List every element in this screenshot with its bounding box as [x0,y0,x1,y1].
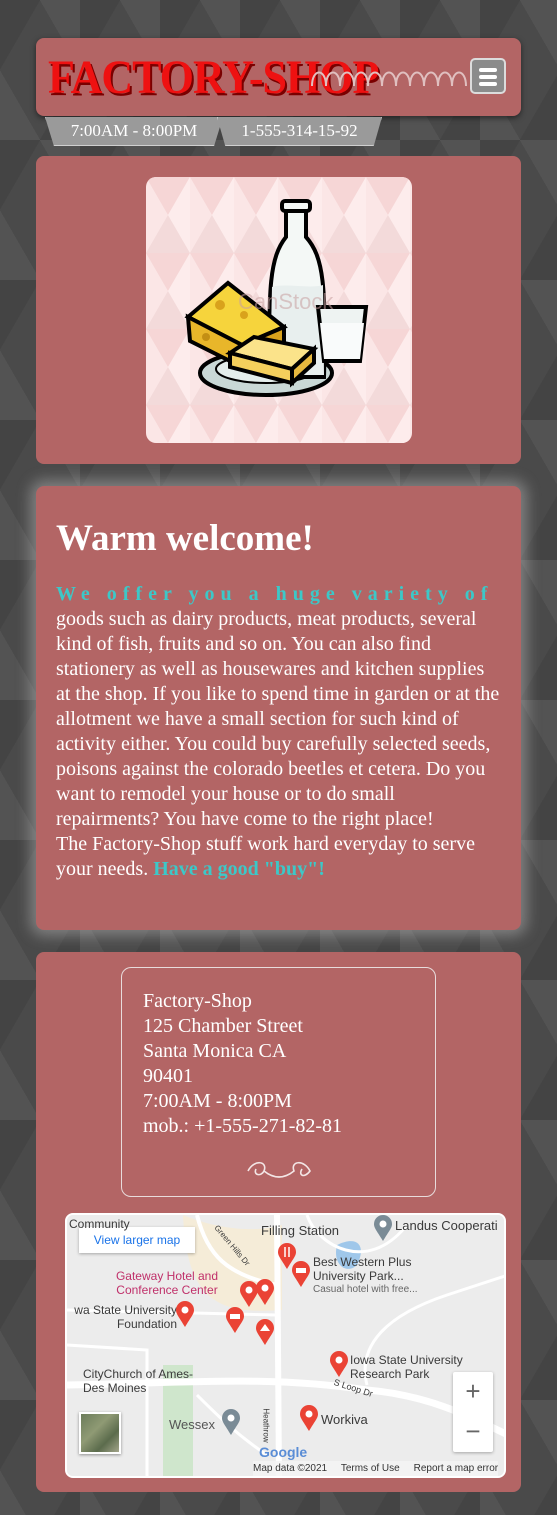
closing-highlight: Have a good "buy"! [153,858,325,880]
satellite-toggle-button[interactable] [79,1412,121,1454]
map-label-gateway-hotel[interactable]: Gateway Hotel and Conference Center [105,1269,229,1297]
hours-tab: 7:00AM - 8:00PM [45,117,223,146]
map-pin-icon[interactable] [329,1351,349,1377]
address-mobile[interactable]: mob.: +1-555-271-82-81 [143,1114,342,1139]
address-street: 125 Chamber Street [143,1015,303,1037]
hotel-pin-icon[interactable] [291,1261,311,1287]
museum-pin-icon[interactable] [255,1319,275,1345]
phone-tab[interactable]: 1-555-314-15-92 [217,117,382,146]
zoom-in-button[interactable]: + [453,1372,493,1412]
map-data-text: Map data ©2021 [253,1463,328,1474]
map-label-community[interactable]: Community [69,1217,130,1231]
map-label-filling-station[interactable]: Filling Station [261,1223,339,1238]
address-name: Factory-Shop [143,990,252,1012]
map-pin-icon[interactable] [255,1279,275,1305]
map-label-citychurch[interactable]: CityChurch of Ames-Des Moines [83,1367,203,1395]
welcome-title: Warm welcome! [56,518,314,559]
watermark-text: CanStock [238,289,334,314]
welcome-closing: The Factory-Shop stuff work hard everyda… [56,832,502,882]
address-zip: 90401 [143,1065,193,1087]
report-map-error-link[interactable]: Report a map error [414,1463,498,1474]
address-hours: 7:00AM - 8:00PM [143,1090,292,1112]
map-label-workiva[interactable]: Workiva [321,1412,368,1427]
coil-decoration-icon [311,71,467,87]
dairy-products-image: CanStock [146,177,412,443]
hamburger-menu-icon [479,68,497,72]
terms-of-use-link[interactable]: Terms of Use [341,1463,400,1474]
zoom-out-button[interactable]: − [453,1412,493,1452]
google-logo: Google [259,1444,308,1460]
map-label-best-western[interactable]: Best Western Plus University Park... [313,1255,447,1283]
map-pin-icon[interactable] [299,1405,319,1431]
google-map[interactable]: View larger map Community Filling Statio… [65,1213,506,1478]
address-city: Santa Monica CA [143,1040,287,1062]
map-label-isu-foundation[interactable]: wa State University Foundation [67,1303,177,1331]
map-label-landus[interactable]: Landus Cooperati [395,1218,498,1233]
dairy-illustration: CanStock [146,177,412,443]
hamburger-menu-button[interactable] [470,58,506,94]
map-pin-icon[interactable] [373,1215,393,1241]
site-header: FACTORY-SHOP [36,38,521,116]
welcome-text: We offer you a huge variety of goods suc… [56,582,502,882]
map-zoom-controls: + − [453,1372,493,1452]
map-pin-icon[interactable] [175,1301,195,1327]
welcome-intro: We offer you a huge variety of [56,583,494,605]
flourish-icon [247,1161,311,1178]
map-pin-icon[interactable] [221,1409,241,1435]
map-label-best-western-sub: Casual hotel with free... [313,1284,418,1295]
hotel-pin-icon[interactable] [225,1307,245,1333]
map-attribution: Map data ©2021 Terms of Use Report a map… [253,1461,499,1476]
welcome-paragraph: goods such as dairy products, meat produ… [56,608,500,830]
map-label-heathrow: Heathrow [261,1408,271,1443]
map-label-wessex[interactable]: Wessex [169,1417,215,1432]
